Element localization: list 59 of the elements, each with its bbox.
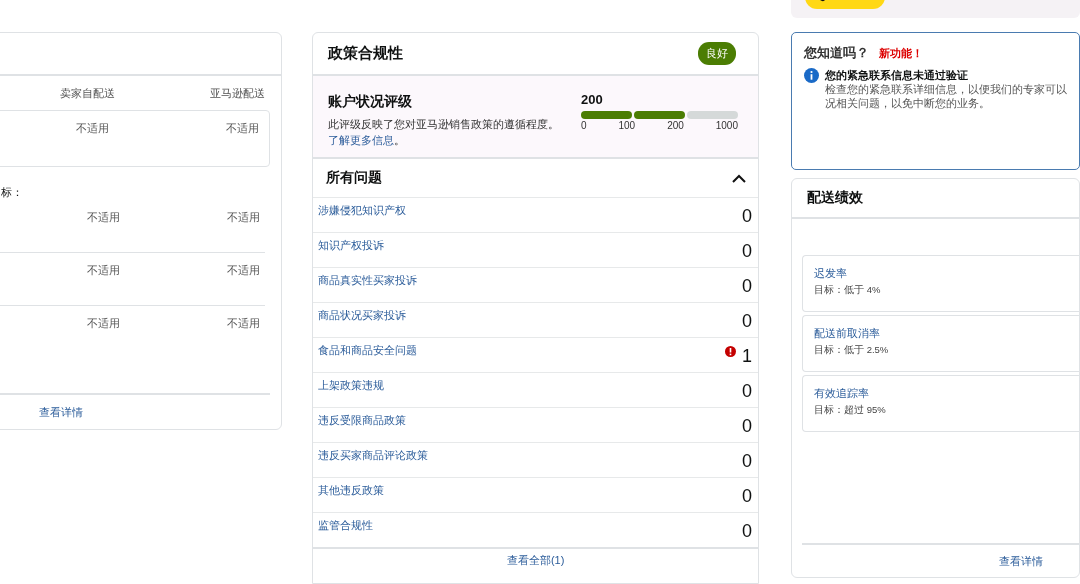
card-title: 配送绩效 — [807, 189, 863, 207]
column-header: 卖家自配送 — [59, 85, 116, 101]
metric-target: 目标：超过 95% — [814, 404, 887, 417]
issue-link[interactable]: 涉嫌侵犯知识产权 — [318, 202, 407, 232]
metric-target: 目标：低于 4% — [814, 284, 882, 297]
scale-label: 0 — [581, 120, 587, 131]
issue-link[interactable]: 违反受限商品政策 — [318, 412, 407, 442]
metric-target: 目标：低于 2.5% — [814, 344, 890, 357]
new-feature-tag: 新功能！ — [879, 46, 923, 61]
table-cell-text: 不适用 — [226, 263, 261, 278]
learn-more-link[interactable]: 了解更多信息 — [328, 134, 395, 146]
scale-label: 200 — [667, 120, 684, 131]
issue-count: 0 — [742, 206, 752, 227]
chevron-up-icon[interactable] — [732, 173, 746, 183]
table-cell-text: 不适用 — [225, 121, 260, 136]
section-title: 所有问题 — [326, 169, 383, 187]
view-all-link[interactable]: 查看全部(1) — [506, 554, 565, 566]
table-cell-text: 不适用 — [86, 210, 121, 225]
metric-link[interactable]: 配送前取消率 — [814, 326, 1068, 341]
column-header: 亚马逊配送 — [209, 85, 266, 101]
issue-count: 0 — [742, 311, 752, 332]
table-cell-text: 不适用 — [86, 263, 121, 278]
issue-count: 0 — [742, 486, 752, 507]
alert-text: 况相关问题，以免中断您的业务。 — [825, 96, 991, 110]
rating-title: 账户状况评级 — [328, 93, 414, 111]
issue-link[interactable]: 商品状况买家投诉 — [318, 307, 407, 337]
status-badge: 良好 — [698, 42, 736, 65]
issue-count: 1 — [742, 346, 752, 367]
info-icon — [804, 68, 819, 83]
scale-label: 1000 — [715, 120, 738, 131]
issue-count: 0 — [742, 521, 752, 542]
issue-link[interactable]: 知识产权投诉 — [318, 237, 385, 267]
table-cell-text: 不适用 — [86, 316, 121, 331]
rating-score: 200 — [581, 92, 604, 107]
issue-link[interactable]: 违反买家商品评论政策 — [318, 447, 429, 477]
section-label: 标： — [1, 186, 23, 198]
issue-count: 0 — [742, 416, 752, 437]
issue-count: 0 — [742, 381, 752, 402]
table-cell-text: 不适用 — [226, 210, 261, 225]
scale-label: 100 — [618, 120, 636, 131]
issue-link[interactable]: 商品真实性买家投诉 — [318, 272, 418, 302]
alert-text: 检查您的紧急联系详细信息，以便我们的专家可以 — [825, 82, 1067, 96]
metric-link[interactable]: 有效追踪率 — [814, 386, 1068, 401]
issue-link[interactable]: 上架政策违规 — [318, 377, 385, 407]
table-cell-text: 不适用 — [226, 316, 261, 331]
issue-count: 0 — [742, 451, 752, 472]
issue-count: 0 — [742, 241, 752, 262]
details-link[interactable]: 查看详情 — [999, 553, 1043, 569]
issue-count: 0 — [742, 276, 752, 297]
table-cell-text: 不适用 — [75, 121, 110, 136]
issue-link[interactable]: 食品和商品安全问题 — [318, 342, 418, 372]
tip-title: 您知道吗？ — [804, 44, 869, 62]
details-link[interactable]: 查看详情 — [39, 404, 83, 420]
metric-link[interactable]: 迟发率 — [814, 266, 1068, 281]
issue-link[interactable]: 其他违反政策 — [318, 482, 385, 512]
rating-description: 此评级反映了您对亚马逊销售政策的遵循程度。 了解更多信息。 — [328, 117, 561, 148]
alert-heading: 您的紧急联系信息未通过验证 — [825, 68, 969, 82]
issue-link[interactable]: 监管合规性 — [318, 517, 374, 547]
card-title: 政策合规性 — [328, 44, 404, 63]
